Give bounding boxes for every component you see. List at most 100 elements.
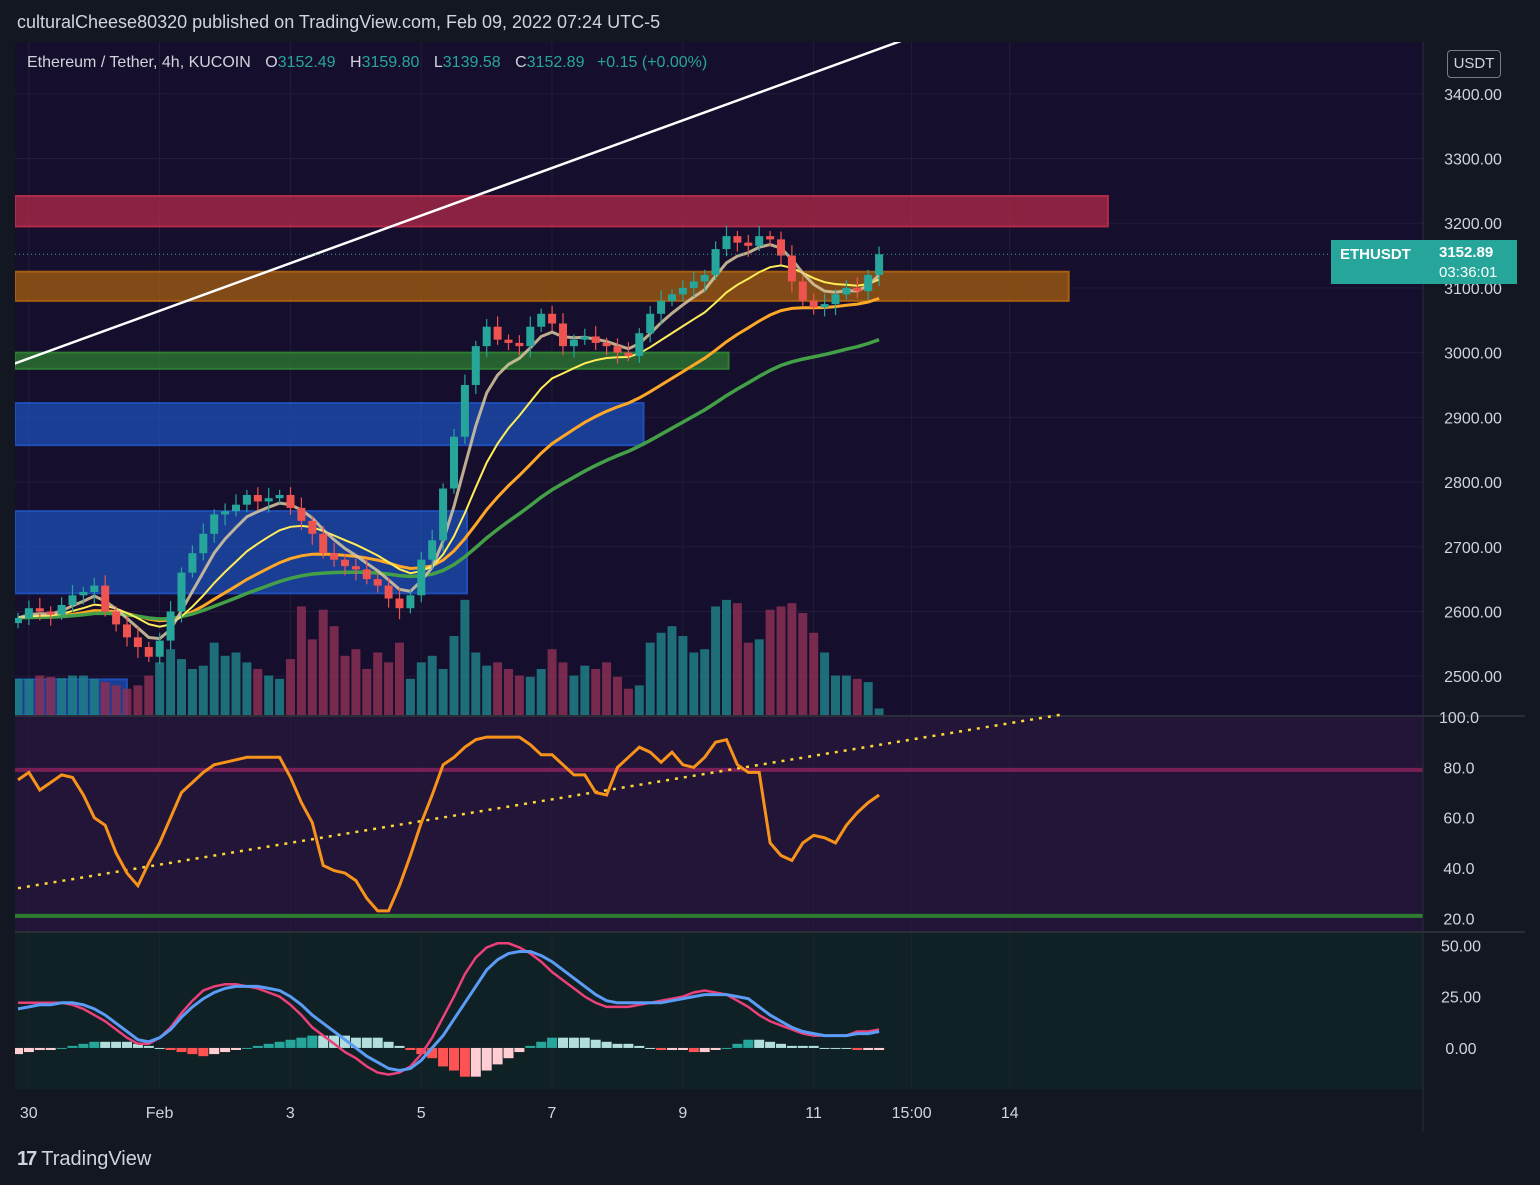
symbol-name[interactable]: Ethereum / Tether, 4h, KUCOIN [27,54,251,71]
last-price-value: 3152.89 [1439,244,1494,261]
macd-histogram-bar [220,1047,231,1053]
volume-bar [373,652,383,715]
macd-histogram-bar [721,1047,732,1049]
rsi-axis-tick-label: 20.0 [1443,911,1474,928]
volume-bar [667,626,677,715]
candle-body [820,304,829,308]
macd-histogram-bar [100,1041,111,1048]
candle-body [493,326,502,340]
volume-bar [841,675,851,715]
volume-bar [852,678,862,715]
volume-bar [558,662,568,715]
volume-bar [416,662,426,715]
candle-body [678,287,687,295]
volume-bar [591,668,601,715]
macd-histogram-bar [601,1041,612,1048]
volume-bar [100,682,110,715]
candle-body [166,611,175,641]
volume-bar [569,675,579,715]
chart-canvas[interactable]: 3400.003300.003200.003100.003000.002900.… [15,42,1525,1132]
volume-bar [384,662,394,715]
candle-body [351,566,360,570]
macd-histogram-bar [285,1039,296,1048]
candle-body [123,624,131,638]
candle-body [439,488,448,541]
volume-bar [296,606,306,715]
candle-body [711,249,720,275]
volume-bar [15,678,23,715]
candle-body [68,595,77,605]
currency-button[interactable]: USDT [1447,50,1501,78]
candle-body [689,281,698,288]
rsi-axis-tick-label: 60.0 [1443,811,1474,828]
candle-body [188,553,197,573]
brand-label: TradingView [41,1148,152,1170]
candle-body [90,585,99,593]
candle-body [155,640,164,657]
volume-bar [166,649,176,715]
resistance-orange-zone [15,270,1070,302]
volume-bar [329,626,339,715]
candle-body [232,504,240,512]
candle-body [504,339,513,343]
last-price-tag: ETHUSDT 3152.89 03:36:01 [1331,240,1517,284]
candle-body [777,239,785,256]
macd-histogram-bar [677,1047,688,1050]
candle-body [24,608,33,618]
macd-histogram-bar [89,1041,100,1048]
macd-histogram-bar [841,1047,852,1049]
macd-histogram-bar [536,1041,547,1048]
macd-histogram-bar [274,1041,285,1048]
macd-histogram-bar [165,1047,176,1050]
macd-histogram-bar [688,1047,699,1053]
macd-axis-tick-label: 50.00 [1441,938,1481,955]
candle-body [177,572,186,612]
volume-bar [634,685,644,715]
macd-histogram-bar [492,1047,503,1065]
time-axis-tick-label: 14 [1001,1105,1019,1122]
macd-histogram-bar [503,1047,514,1059]
price-axis-tick-label: 2900.00 [1444,410,1502,427]
volume-bar [231,652,241,715]
chart-frame[interactable]: 3400.00 3300.00 3200.00 3100.00 3000.00 2900.… [15,42,1525,1132]
candle-body [264,498,273,502]
candle-body [450,436,458,489]
volume-bar [689,652,699,715]
candle-body [133,637,142,648]
volume-bar [362,668,372,715]
macd-histogram-bar [667,1047,677,1050]
volume-bar [198,665,208,715]
candle-body [35,608,44,612]
candle-body [668,294,676,301]
candle-body [199,533,208,554]
candle-body [275,494,284,499]
macd-histogram-bar [122,1041,132,1048]
volume-bar [482,665,492,715]
volume-bar [820,652,830,715]
volume-bar [46,676,56,715]
macd-histogram-bar [754,1039,765,1048]
macd-axis-tick-label: 25.00 [1441,990,1481,1007]
macd-histogram-bar [547,1037,558,1048]
price-axis-tick-label: 2600.00 [1444,604,1502,621]
volume-bar [427,655,437,715]
price-axis-tick-label: 3400.00 [1444,87,1502,104]
price-axis-tick-label: 2800.00 [1444,475,1502,492]
low-value: 3139.58 [442,54,501,71]
macd-histogram-bar [449,1047,459,1071]
price-axis-tick-label: 2700.00 [1444,540,1502,557]
candle-body [559,323,567,347]
volume-bar [754,639,764,715]
macd-histogram-bar [111,1041,122,1048]
time-axis-tick-label: 5 [417,1105,426,1122]
tradingview-footer[interactable]: 17 TradingView [17,1148,151,1171]
volume-bar [460,599,470,715]
candle-body [766,236,775,240]
macd-histogram-bar [307,1035,318,1048]
support-green-zone [15,351,730,370]
time-axis-background [15,1089,1525,1132]
macd-histogram-bar [176,1047,187,1053]
macd-histogram-bar [830,1047,841,1049]
candle-body [515,342,524,347]
macd-histogram-bar [470,1047,481,1077]
